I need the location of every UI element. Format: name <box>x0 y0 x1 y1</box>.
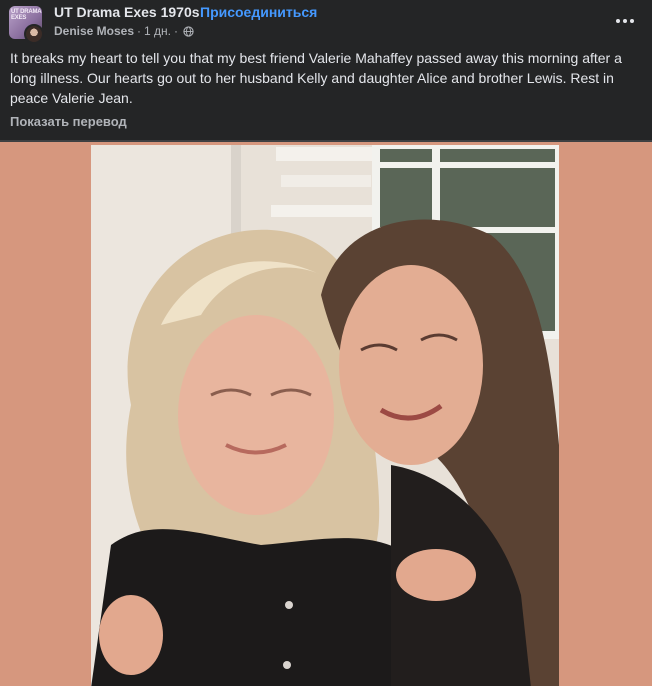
author-name-link[interactable]: Denise Moses <box>54 24 134 38</box>
meta-separator: · <box>137 24 142 38</box>
post-header: UT DRAMA EXES UT Drama Exes 1970s · Прис… <box>0 0 652 44</box>
post-meta: Denise Moses · 1 дн. · <box>54 24 194 38</box>
post-photo[interactable] <box>91 145 559 686</box>
globe-icon[interactable] <box>183 25 194 37</box>
meta-separator-2: · <box>174 24 179 38</box>
show-translation-link[interactable]: Показать перевод <box>10 114 127 129</box>
photo-illustration <box>91 145 559 686</box>
title-separator: · <box>193 4 198 20</box>
group-name-link[interactable]: UT Drama Exes 1970s <box>54 4 200 20</box>
facebook-post: UT DRAMA EXES UT Drama Exes 1970s · Прис… <box>0 0 652 686</box>
post-text: It breaks my heart to tell you that my b… <box>10 50 622 106</box>
more-options-button[interactable] <box>610 6 640 36</box>
photo-container[interactable] <box>0 140 652 686</box>
more-dots-icon <box>616 19 634 23</box>
author-avatar[interactable] <box>24 24 44 44</box>
join-group-link[interactable]: Присоединиться <box>200 4 317 20</box>
post-time-link[interactable]: 1 дн. <box>144 24 171 38</box>
group-avatar-text: UT DRAMA EXES <box>11 9 42 21</box>
